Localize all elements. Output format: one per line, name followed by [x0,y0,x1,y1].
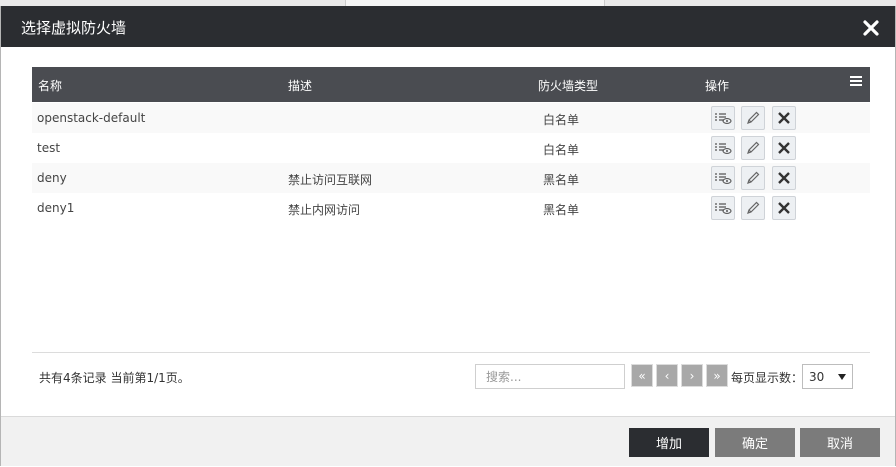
x-icon[interactable] [772,166,796,190]
table-header: 名称 描述 防火墙类型 操作 [32,67,870,102]
cancel-button[interactable]: 取消 [800,428,880,457]
cell-type: 白名单 [543,113,580,127]
x-icon[interactable] [772,136,796,160]
view-list-icon[interactable] [711,166,735,190]
cell-name: deny [37,171,67,185]
divider [32,352,870,353]
pencil-icon[interactable] [741,196,765,220]
first-page-button[interactable]: « [631,364,653,387]
cell-name: openstack-default [37,111,146,125]
table-row: test 白名单 [32,133,870,163]
column-header-desc: 描述 [288,79,313,93]
table-row: deny 禁止访问互联网 黑名单 [32,163,870,193]
pencil-icon[interactable] [741,106,765,130]
column-header-type: 防火墙类型 [538,79,599,93]
next-page-button[interactable]: › [681,364,703,387]
per-page-label: 每页显示数： [731,371,804,385]
cell-name: test [37,141,61,155]
per-page-value: 30 [809,370,825,384]
column-header-name: 名称 [38,79,63,93]
cell-desc: 禁止内网访问 [288,203,361,217]
pencil-icon[interactable] [741,136,765,160]
pencil-icon[interactable] [741,166,765,190]
add-button[interactable]: 增加 [629,428,709,457]
view-list-icon[interactable] [711,196,735,220]
x-icon[interactable] [772,196,796,220]
column-header-ops: 操作 [705,79,730,93]
cell-type: 白名单 [543,143,580,157]
confirm-button[interactable]: 确定 [715,428,795,457]
chevron-down-icon [838,374,846,380]
previous-page-button[interactable]: ‹ [656,364,678,387]
x-icon[interactable] [772,106,796,130]
select-firewall-dialog: 选择虚拟防火墙 名称 描述 防火墙类型 操作 openstack-default… [0,6,896,466]
cell-type: 黑名单 [543,173,580,187]
view-list-icon[interactable] [711,136,735,160]
cell-name: deny1 [37,201,75,215]
close-icon[interactable] [861,16,881,38]
last-page-button[interactable]: » [706,364,728,387]
dialog-footer: 增加 确定 取消 [1,416,895,466]
record-count-text: 共有4条记录 当前第1/1页。 [39,371,190,385]
per-page-select[interactable]: 30 [802,364,853,389]
dialog-title: 选择虚拟防火墙 [21,19,127,37]
table-row: deny1 禁止内网访问 黑名单 [32,193,870,223]
cell-desc: 禁止访问互联网 [288,173,373,187]
search-input[interactable] [475,364,625,389]
cell-type: 黑名单 [543,203,580,217]
view-list-icon[interactable] [711,106,735,130]
menu-icon[interactable] [850,76,862,86]
table-row: openstack-default 白名单 [32,103,870,133]
dialog-titlebar: 选择虚拟防火墙 [1,6,895,47]
